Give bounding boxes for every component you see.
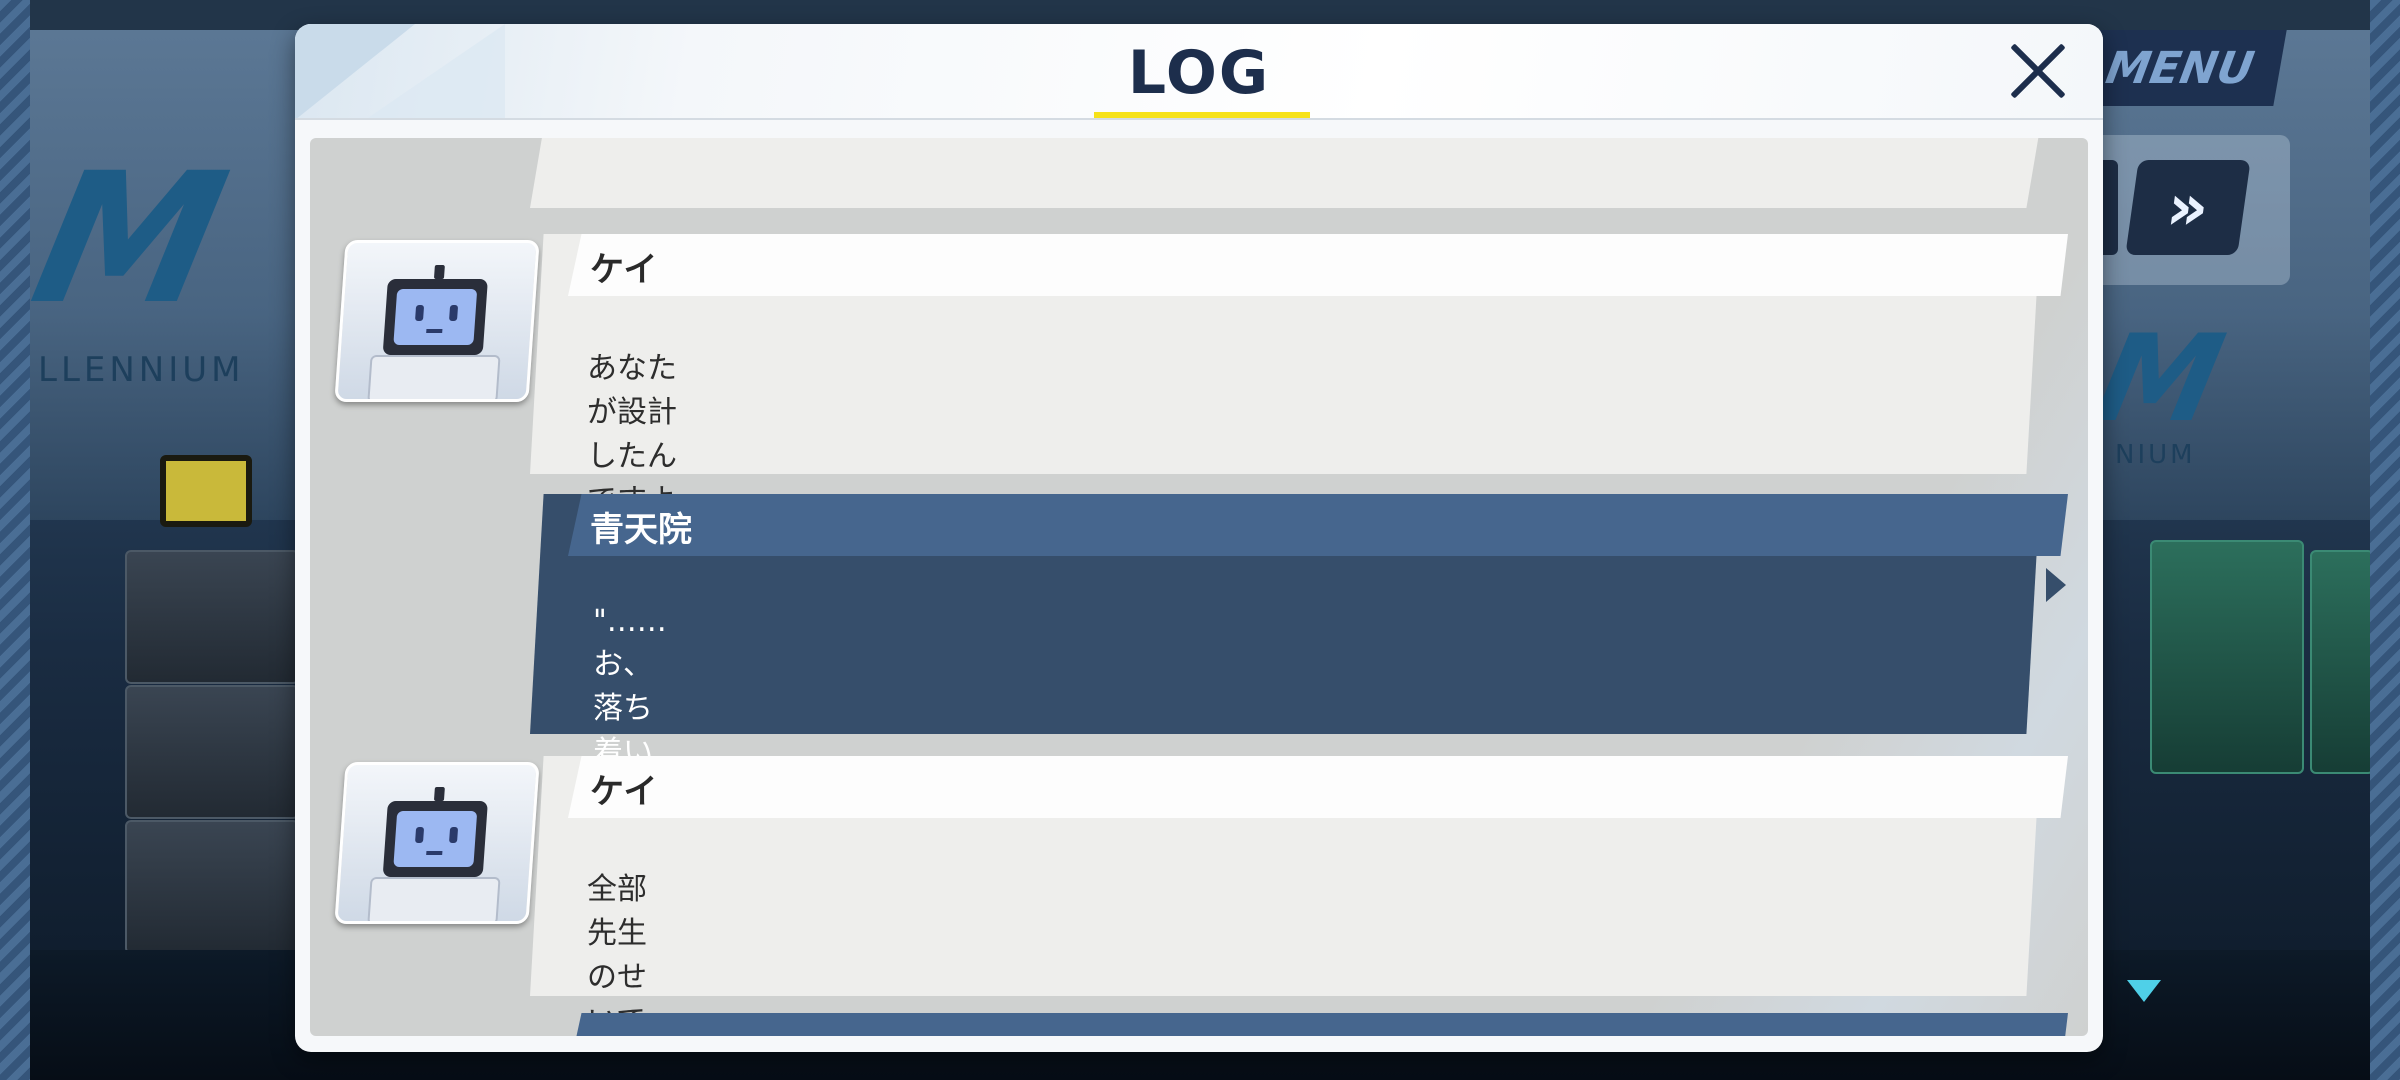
work-lamp [160,455,252,527]
speaker-name: ケイ [590,250,658,290]
next-indicator-icon [2127,980,2161,1002]
machine [2310,550,2374,774]
log-dialog-header: LOG [295,24,2103,120]
close-icon[interactable] [2005,38,2071,104]
skip-button[interactable]: » [2125,160,2251,255]
speaker-nameplate: 青天院 [568,494,2068,556]
crate [125,685,299,819]
bubble-tip [2046,568,2066,602]
speaker-nameplate: ケイ [568,756,2068,818]
log-title: LOG [1127,38,1271,108]
machine [2150,540,2304,774]
log-message: 全部先生のせいです！ [587,872,647,1036]
menu-button[interactable]: MENU [2073,30,2287,106]
speaker-name: 青天院 [590,510,692,550]
crate [125,820,299,954]
header-decoration [365,24,505,120]
log-dialog: LOG ケイ あなたが設計したんですよね！？ 青天院 [295,24,2103,1052]
log-bubble [530,138,2040,208]
speaker-nameplate: ケイ [568,234,2068,296]
speaker-avatar-kei [334,240,540,402]
millennium-logo-right: M [2085,310,2235,449]
crate [125,550,299,684]
speaker-nameplate [568,1013,2068,1036]
right-border-stripe [2370,0,2400,1080]
millennium-logo-text-left: LLENNIUM [38,350,245,390]
left-border-stripe [0,0,30,1080]
millennium-logo-text-right: NIUM [2115,440,2196,470]
speaker-name: ケイ [590,772,658,812]
speaker-avatar-kei [334,762,540,924]
log-scroll-area[interactable]: ケイ あなたが設計したんですよね！？ 青天院 "……お、落ち着いて、ケイ。" ケ… [310,138,2088,1036]
title-underline [1094,112,1310,120]
